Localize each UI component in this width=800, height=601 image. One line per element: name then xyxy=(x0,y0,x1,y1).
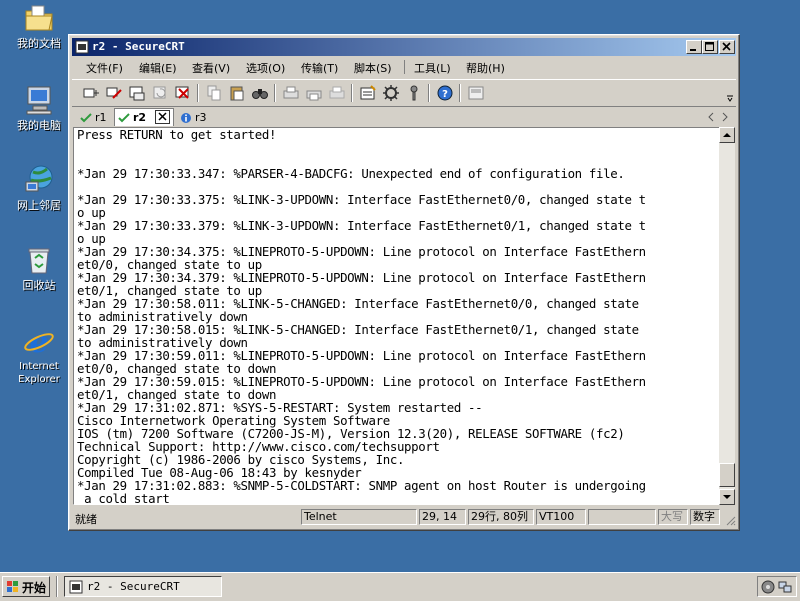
maximize-icon xyxy=(705,42,714,51)
maximize-button[interactable] xyxy=(702,40,718,54)
menu-file[interactable]: 文件(F) xyxy=(86,60,123,76)
system-tray xyxy=(757,576,797,597)
menu-edit[interactable]: 编辑(E) xyxy=(139,60,177,76)
desktop-icon-label: 我的电脑 xyxy=(17,119,61,132)
arrow-up-icon xyxy=(723,133,731,137)
network-icon xyxy=(23,164,55,196)
desktop-icon-network[interactable]: 网上邻居 xyxy=(8,164,70,212)
connect-icon[interactable] xyxy=(82,84,100,102)
start-button[interactable]: 开始 xyxy=(2,576,50,597)
securecrt-app-icon xyxy=(69,580,83,594)
close-button[interactable] xyxy=(719,40,735,54)
close-icon xyxy=(158,112,167,121)
tab-label: r3 xyxy=(195,111,207,124)
info-icon xyxy=(181,113,191,123)
minimize-button[interactable] xyxy=(686,40,702,54)
tab-label: r2 xyxy=(133,111,147,124)
check-icon xyxy=(118,113,130,123)
desktop-icon-internet-explorer[interactable]: e Internet Explorer xyxy=(8,325,70,386)
scroll-thumb[interactable] xyxy=(719,463,735,487)
reconnect-icon[interactable] xyxy=(151,84,169,102)
status-emulation: VT100 xyxy=(536,509,586,525)
copy-icon[interactable] xyxy=(205,84,223,102)
computer-icon xyxy=(23,84,55,116)
status-protocol: Telnet xyxy=(301,509,417,525)
desktop-icon-label: 我的文档 xyxy=(17,37,61,50)
taskbar-window-label: r2 - SecureCRT xyxy=(87,580,180,593)
desktop-icon-label: 网上邻居 xyxy=(17,199,61,212)
close-tab-button[interactable] xyxy=(155,110,170,124)
status-cursor-position: 29, 14 xyxy=(419,509,466,525)
status-ready: 就绪 xyxy=(75,513,97,526)
folder-documents-icon xyxy=(23,2,55,34)
arrow-down-icon xyxy=(723,495,731,499)
desktop-icon-label: 回收站 xyxy=(22,279,56,292)
securecrt-window[interactable]: r2 - SecureCRT 文件(F) 编辑(E) 查看(V) 选项(O) 传… xyxy=(68,34,740,531)
internet-explorer-icon: e xyxy=(23,325,55,360)
tray-network-icon[interactable] xyxy=(778,580,792,594)
tab-r2[interactable]: r2 xyxy=(114,108,174,126)
svg-text:?: ? xyxy=(442,89,448,100)
keymap-editor-icon[interactable] xyxy=(467,84,485,102)
find-icon[interactable] xyxy=(251,84,269,102)
recycle-bin-icon xyxy=(23,244,55,276)
taskbar-window-button[interactable]: r2 - SecureCRT xyxy=(64,576,222,597)
status-blank xyxy=(588,509,656,525)
paste-icon[interactable] xyxy=(228,84,246,102)
desktop-icon-my-computer[interactable]: 我的电脑 xyxy=(8,84,70,132)
tab-scroll-left-icon[interactable] xyxy=(706,112,716,122)
menu-tools[interactable]: 工具(L) xyxy=(414,60,451,76)
title-bar[interactable]: r2 - SecureCRT xyxy=(72,38,736,56)
status-caps-lock: 大写 xyxy=(658,509,688,525)
terminal-text: Press RETURN to get started! *Jan 29 17:… xyxy=(77,127,646,505)
tab-r1[interactable]: r1 xyxy=(78,108,112,126)
global-options-icon[interactable] xyxy=(382,84,400,102)
help-icon[interactable]: ? xyxy=(436,84,454,102)
minimize-icon xyxy=(690,49,696,51)
menu-bar: 文件(F) 编辑(E) 查看(V) 选项(O) 传输(T) 脚本(S) 工具(L… xyxy=(72,57,736,77)
disconnect-icon[interactable] xyxy=(174,84,192,102)
toolbar-overflow-icon[interactable] xyxy=(726,94,734,102)
resize-grip-icon[interactable] xyxy=(724,514,736,526)
tab-r3[interactable]: r3 xyxy=(178,108,212,126)
session-options-icon[interactable] xyxy=(359,84,377,102)
status-terminal-size: 29行, 80列 xyxy=(468,509,534,525)
key-generator-icon[interactable] xyxy=(405,84,423,102)
desktop-icon-recycle-bin[interactable]: 回收站 xyxy=(8,244,70,292)
print-setup-icon[interactable] xyxy=(282,84,300,102)
windows-logo-icon xyxy=(7,581,18,592)
menu-help[interactable]: 帮助(H) xyxy=(466,60,505,76)
menu-view[interactable]: 查看(V) xyxy=(192,60,230,76)
connect-in-tab-icon[interactable] xyxy=(128,84,146,102)
taskbar: 开始 r2 - SecureCRT xyxy=(0,572,800,601)
print-selection-icon[interactable] xyxy=(305,84,323,102)
desktop-icon-label: Internet Explorer xyxy=(18,361,60,385)
menu-transfer[interactable]: 传输(T) xyxy=(301,60,338,76)
session-tab-bar: r1 r2 r3 xyxy=(72,107,736,127)
menu-options[interactable]: 选项(O) xyxy=(246,60,285,76)
scroll-up-button[interactable] xyxy=(719,127,735,143)
tray-volume-icon[interactable] xyxy=(761,580,775,594)
securecrt-app-icon xyxy=(75,40,89,54)
tab-label: r1 xyxy=(95,111,107,124)
check-icon xyxy=(80,113,92,123)
desktop-icon-my-documents[interactable]: 我的文档 xyxy=(8,2,70,50)
print-icon[interactable] xyxy=(328,84,346,102)
status-num-lock: 数字 xyxy=(690,509,720,525)
tab-scroll-right-icon[interactable] xyxy=(720,112,730,122)
status-bar: 就绪 Telnet 29, 14 29行, 80列 VT100 大写 数字 xyxy=(72,508,736,527)
scroll-down-button[interactable] xyxy=(719,489,735,505)
vertical-scrollbar[interactable] xyxy=(719,127,735,505)
quick-connect-icon[interactable] xyxy=(105,84,123,102)
start-label: 开始 xyxy=(22,581,47,595)
terminal-output[interactable]: Press RETURN to get started! *Jan 29 17:… xyxy=(73,127,721,505)
menu-script[interactable]: 脚本(S) xyxy=(354,60,392,76)
window-title: r2 - SecureCRT xyxy=(92,40,185,53)
toolbar: ? xyxy=(72,79,736,107)
close-icon xyxy=(722,42,731,51)
